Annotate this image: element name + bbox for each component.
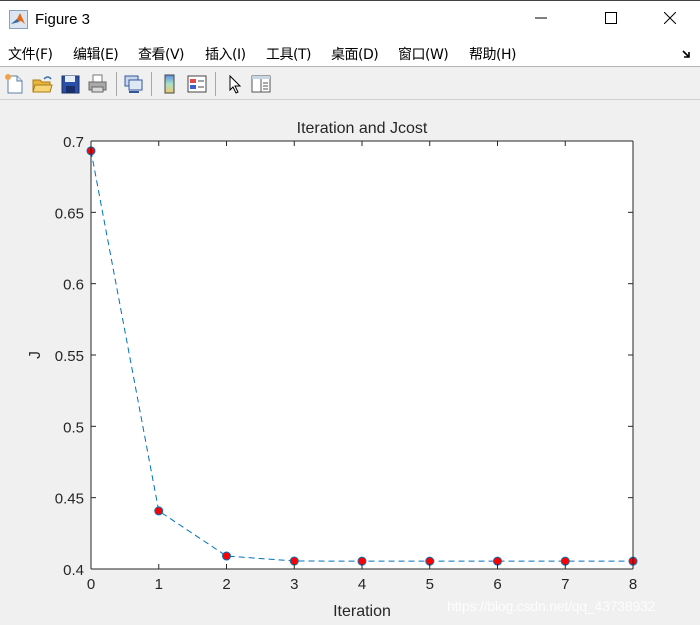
printer-icon <box>87 74 109 99</box>
print-figure-button[interactable] <box>87 73 109 95</box>
y-tick-label: 0.5 <box>63 419 84 436</box>
insert-colorbar-button[interactable] <box>159 73 181 95</box>
colorbar-icon <box>159 74 181 99</box>
y-tick-label: 0.4 <box>63 562 84 579</box>
pointer-arrow-icon <box>224 74 246 99</box>
x-tick-label: 1 <box>155 576 163 593</box>
watermark: https://blog.csdn.net/qq_43738932 <box>447 598 656 614</box>
data-point <box>560 556 570 566</box>
menu-help[interactable]: 帮助(H) <box>469 44 516 64</box>
menu-file[interactable]: 文件(F) <box>8 44 53 64</box>
close-button[interactable] <box>647 1 693 38</box>
x-tick-label: 3 <box>290 576 298 593</box>
menu-edit[interactable]: 编辑(E) <box>73 44 119 64</box>
new-figure-button[interactable] <box>4 73 26 95</box>
data-point <box>289 556 299 566</box>
window-title: Figure 3 <box>35 11 91 28</box>
x-tick-label: 5 <box>426 576 434 593</box>
new-file-icon <box>4 74 26 99</box>
toolbar-separator <box>116 72 117 96</box>
menu-desktop[interactable]: 桌面(D) <box>331 44 379 64</box>
y-tick-label: 0.65 <box>55 205 84 222</box>
legend-icon <box>186 75 208 99</box>
data-point <box>493 556 502 566</box>
open-file-button[interactable] <box>31 73 53 95</box>
data-point <box>154 506 164 516</box>
x-tick-label: 0 <box>87 576 95 593</box>
x-tick-label: 2 <box>222 576 230 593</box>
maximize-button[interactable] <box>588 1 634 38</box>
x-tick-label: 7 <box>561 576 569 593</box>
y-axis-label: J <box>27 351 44 359</box>
y-tick-label: 0.55 <box>55 348 84 365</box>
link-plot-button[interactable] <box>123 73 145 95</box>
x-tick-label: 6 <box>493 576 501 593</box>
menu-tools[interactable]: 工具(T) <box>266 44 311 64</box>
menu-insert[interactable]: 插入(I) <box>205 44 246 64</box>
figure-toolbar <box>0 67 700 100</box>
data-point <box>425 556 435 566</box>
edit-plot-button[interactable] <box>224 73 246 95</box>
save-figure-button[interactable] <box>60 73 82 95</box>
toolbar-separator <box>215 72 216 96</box>
save-disk-icon <box>60 75 82 99</box>
minimize-icon <box>535 11 547 29</box>
maximize-icon <box>605 11 617 29</box>
open-folder-icon <box>31 76 53 99</box>
minimize-button[interactable] <box>518 1 564 38</box>
title-bar: Figure 3 <box>0 0 700 38</box>
line-chart: 0 1 2 3 4 5 6 7 8 0.4 0.45 0.5 0.55 0.6 0.65 0.7 Iterat… <box>27 120 638 620</box>
x-tick-label: 8 <box>629 576 637 593</box>
link-plot-icon <box>123 75 145 99</box>
insert-legend-button[interactable] <box>186 73 208 95</box>
data-point <box>222 551 231 561</box>
menu-bar: 文件(F) 编辑(E) 查看(V) 插入(I) 工具(T) 桌面(D) 窗口(W… <box>0 38 700 67</box>
data-point <box>357 556 367 566</box>
property-panel-icon <box>250 75 272 99</box>
y-tick-label: 0.45 <box>55 491 84 508</box>
menu-view[interactable]: 查看(V) <box>138 44 185 64</box>
plot-area <box>91 141 633 569</box>
menu-window[interactable]: 窗口(W) <box>398 44 449 64</box>
dock-arrow-icon[interactable] <box>682 46 692 58</box>
y-tick-label: 0.7 <box>63 134 84 151</box>
y-tick-label: 0.6 <box>63 277 84 294</box>
matlab-icon <box>9 10 28 29</box>
toolbar-separator <box>151 72 152 96</box>
x-tick-label: 4 <box>358 576 366 593</box>
x-axis-label: Iteration <box>333 603 391 620</box>
close-icon <box>663 11 677 29</box>
property-inspector-button[interactable] <box>250 73 272 95</box>
chart-title: Iteration and Jcost <box>297 120 428 137</box>
